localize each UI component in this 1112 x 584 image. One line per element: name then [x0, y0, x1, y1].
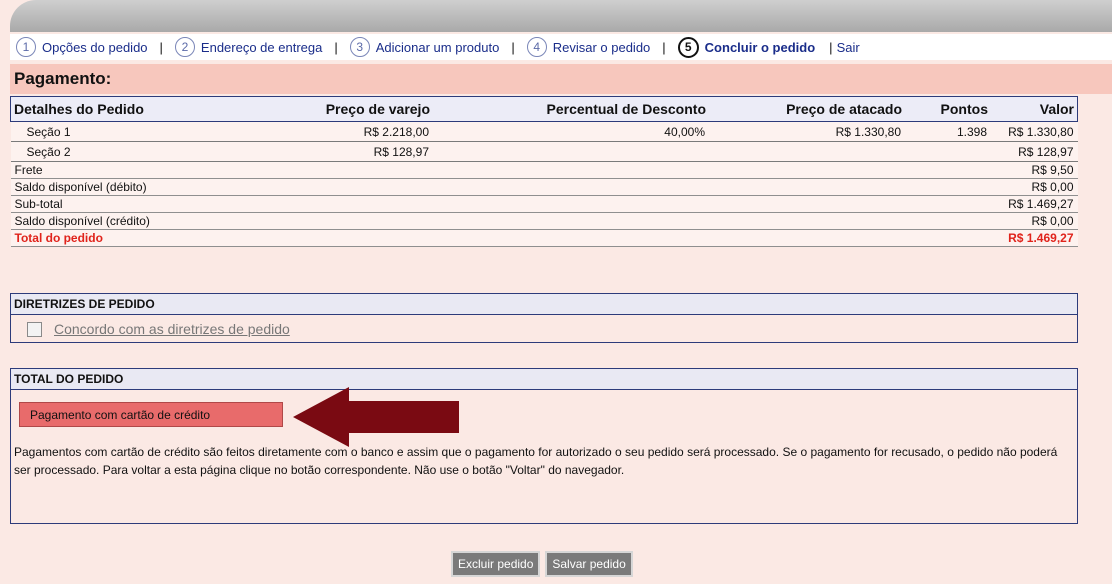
separator: | [829, 39, 833, 55]
order-total-section: TOTAL DO PEDIDO Pagamento com cartão de … [10, 368, 1078, 524]
summary-row: Frete R$ 9,50 [10, 161, 1078, 179]
column-header: Percentual de Desconto [433, 96, 709, 122]
retail-price: R$ 128,97 [227, 141, 433, 162]
guidelines-title: DIRETRIZES DE PEDIDO [11, 294, 1077, 315]
agree-checkbox-label[interactable]: Concordo com as diretrizes de pedido [54, 321, 290, 337]
separator: | [662, 39, 666, 55]
row-label: Seção 2 [10, 141, 227, 162]
step-number: 3 [349, 37, 370, 57]
summary-value: R$ 0,00 [991, 178, 1078, 196]
retail-price: R$ 2.218,00 [227, 121, 433, 142]
payment-notice: Pagamentos com cartão de crédito são fei… [14, 445, 1058, 477]
step-options[interactable]: 1 Opções do pedido [16, 37, 148, 57]
step-label: Revisar o pedido [552, 39, 651, 55]
summary-value: R$ 1.469,27 [991, 195, 1078, 213]
table-row: Seção 2 R$ 128,97 R$ 128,97 [10, 141, 1078, 162]
column-header: Preço de varejo [227, 96, 433, 122]
step-number: 2 [174, 37, 195, 57]
step-number: 1 [16, 37, 36, 57]
step-number: 4 [526, 37, 547, 57]
agree-checkbox[interactable] [27, 321, 42, 337]
column-header: Valor [991, 96, 1078, 122]
column-header: Pontos [905, 96, 991, 122]
summary-value: R$ 9,50 [991, 161, 1078, 179]
step-complete-order[interactable]: 5 Concluir o pedido [677, 36, 816, 58]
credit-card-payment-button[interactable]: Pagamento com cartão de crédito [19, 402, 283, 427]
column-header: Preço de atacado [709, 96, 905, 122]
points [905, 141, 991, 162]
step-add-product[interactable]: 3 Adicionar um produto [349, 37, 500, 57]
summary-label: Frete [10, 161, 991, 179]
page-title: Pagamento: [10, 64, 1112, 94]
exit-link[interactable]: Sair [837, 40, 860, 55]
top-banner [10, 0, 1112, 32]
row-label: Seção 1 [10, 121, 227, 142]
order-details-table: Detalhes do Pedido Preço de varejo Perce… [10, 96, 1078, 247]
checkout-steps: 1 Opções do pedido | 2 Endereço de entre… [10, 34, 1112, 60]
total-label: Total do pedido [10, 229, 991, 247]
step-label: Adicionar um produto [375, 39, 500, 55]
step-label: Opções do pedido [42, 39, 148, 55]
wholesale-price: R$ 1.330,80 [709, 121, 905, 142]
row-value: R$ 128,97 [991, 141, 1078, 162]
row-value: R$ 1.330,80 [991, 121, 1078, 142]
wholesale-price [709, 141, 905, 162]
arrow-left-icon [293, 387, 459, 447]
order-actions: Excluir pedido Salvar pedido [451, 551, 633, 577]
guidelines-section: DIRETRIZES DE PEDIDO Concordo com as dir… [10, 293, 1078, 343]
step-review-order[interactable]: 4 Revisar o pedido [526, 37, 651, 57]
discount: 40,00% [433, 121, 709, 142]
save-order-button[interactable]: Salvar pedido [545, 551, 633, 577]
step-label: Endereço de entrega [200, 39, 323, 55]
step-label: Concluir o pedido [704, 39, 816, 55]
total-row: Total do pedido R$ 1.469,27 [10, 229, 1078, 247]
delete-order-button[interactable]: Excluir pedido [451, 551, 541, 577]
step-shipping-address[interactable]: 2 Endereço de entrega [174, 37, 323, 57]
separator: | [334, 39, 338, 55]
points: 1.398 [905, 121, 991, 142]
summary-label: Sub-total [10, 195, 991, 213]
summary-value: R$ 0,00 [991, 212, 1078, 230]
total-value: R$ 1.469,27 [991, 229, 1078, 247]
separator: | [159, 39, 163, 55]
summary-row: Saldo disponível (débito) R$ 0,00 [10, 178, 1078, 196]
separator: | [511, 39, 515, 55]
summary-label: Saldo disponível (crédito) [10, 212, 991, 230]
discount [433, 141, 709, 162]
summary-row: Sub-total R$ 1.469,27 [10, 195, 1078, 213]
summary-row: Saldo disponível (crédito) R$ 0,00 [10, 212, 1078, 230]
column-header: Detalhes do Pedido [10, 96, 227, 122]
summary-label: Saldo disponível (débito) [10, 178, 991, 196]
table-row: Seção 1 R$ 2.218,00 40,00% R$ 1.330,80 1… [10, 121, 1078, 142]
step-number: 5 [677, 36, 699, 58]
order-total-title: TOTAL DO PEDIDO [11, 369, 1077, 390]
